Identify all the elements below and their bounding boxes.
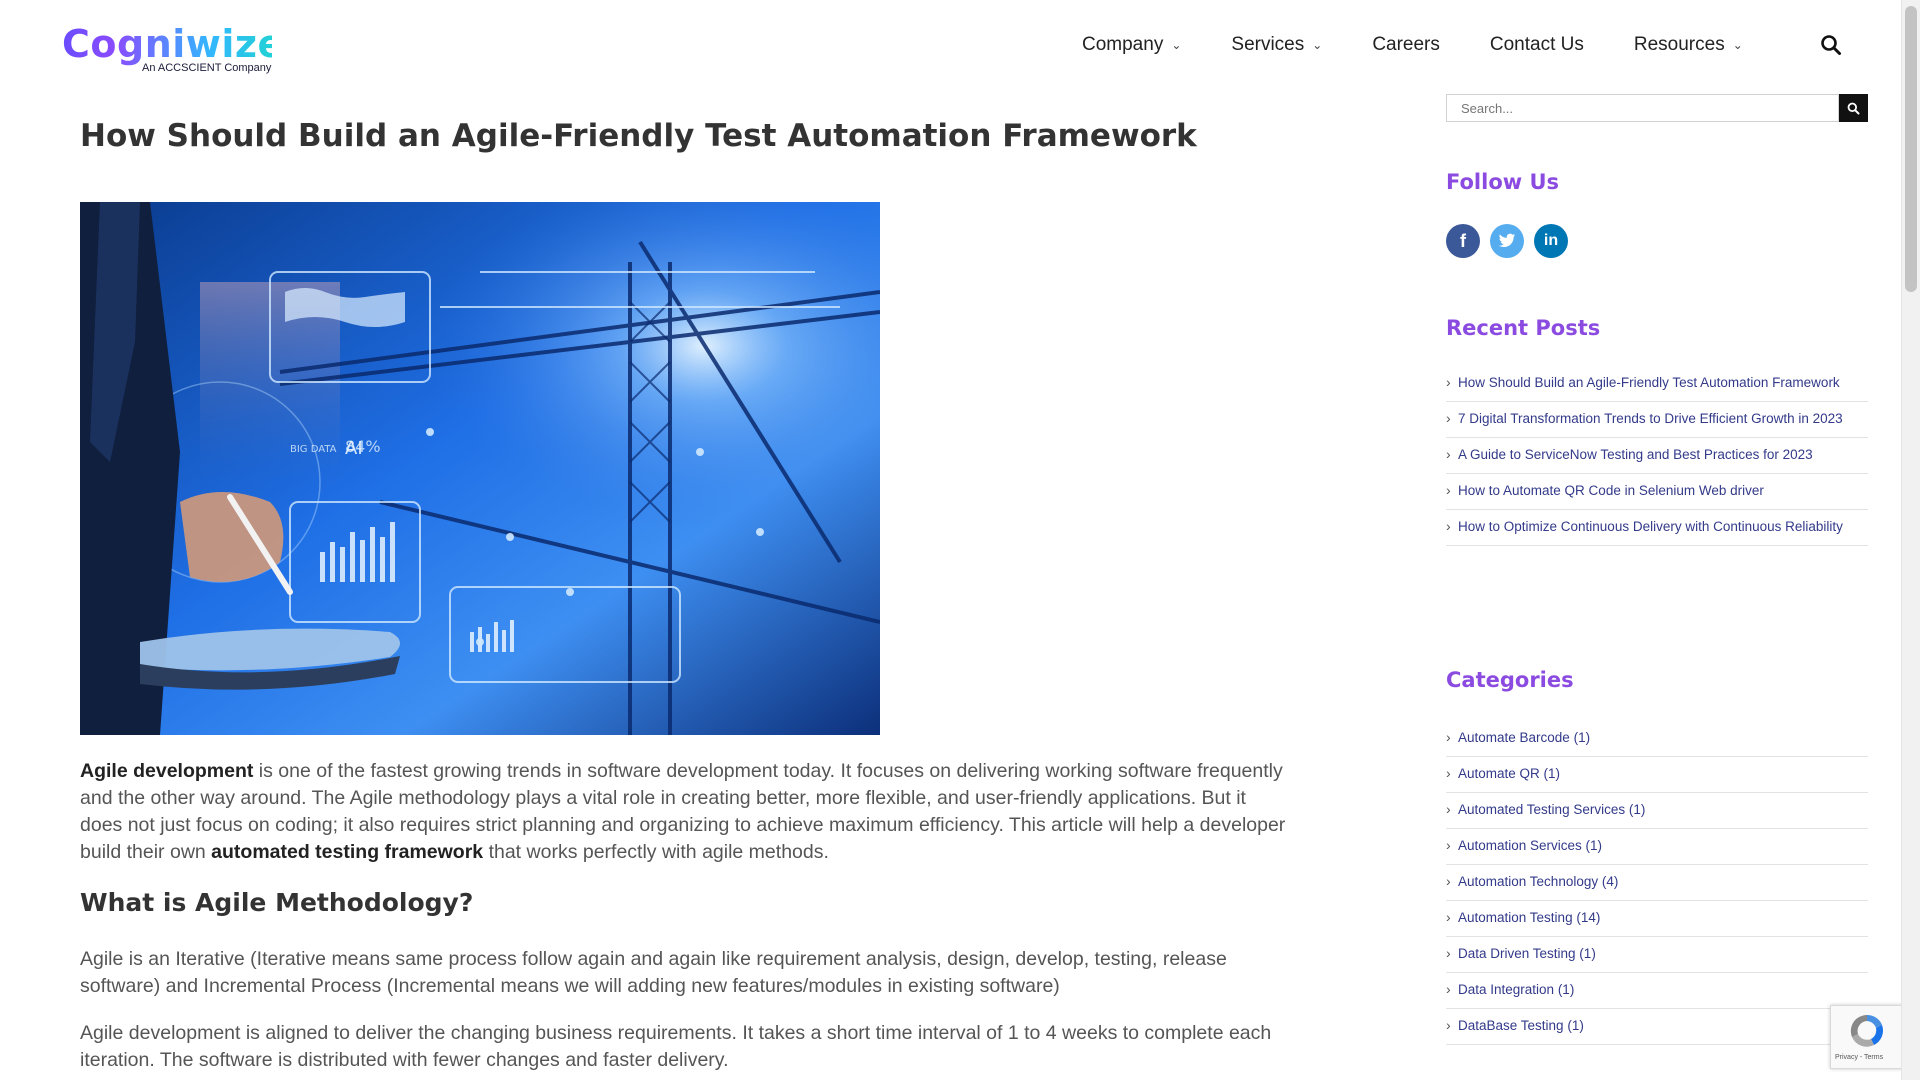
category-link[interactable]: Automation Services (1) [1446,829,1868,865]
recent-post-link[interactable]: How to Automate QR Code in Selenium Web … [1446,474,1868,510]
logo-subtitle: An ACCSCIENT Company [142,62,272,74]
nav-contact-us[interactable]: Contact Us [1490,34,1584,56]
nav-company[interactable]: Company ⌄ [1082,34,1181,56]
nav-contact-us-label: Contact Us [1489,34,1584,55]
section-heading: What is Agile Methodology? [80,888,474,917]
facebook-icon[interactable]: f [1446,224,1480,258]
chevron-down-icon: ⌄ [1732,38,1743,52]
twitter-icon[interactable] [1490,224,1524,258]
post-intro-paragraph: Agile development is one of the fastest … [80,758,1290,866]
chevron-down-icon: ⌄ [1312,38,1323,52]
categories-list: Automate Barcode (1) Automate QR (1) Aut… [1446,721,1868,1045]
site-logo[interactable]: Cogniwize An ACCSCIENT Company [62,22,284,82]
recent-post-link[interactable]: A Guide to ServiceNow Testing and Best P… [1446,438,1868,474]
post-hero-image: 84% BIG DATA AI [80,202,880,735]
hero-ai-label: AI [345,438,363,459]
search-icon[interactable] [1820,34,1842,56]
category-link[interactable]: Data Driven Testing (1) [1446,937,1868,973]
category-link[interactable]: Data Integration (1) [1446,973,1868,1009]
recent-post-link[interactable]: How to Optimize Continuous Delivery with… [1446,510,1868,546]
nav-careers[interactable]: Careers [1372,34,1440,56]
recaptcha-badge[interactable]: Privacy - Terms [1830,1005,1906,1069]
nav-careers-label: Careers [1372,34,1440,55]
agile-development-bold: Agile development [80,760,254,782]
main-navigation: Company ⌄ Services ⌄ Careers Contact Us … [1082,30,1793,60]
sidebar-search-input[interactable] [1446,94,1839,122]
agile-delivery-paragraph: Agile development is aligned to deliver … [80,1022,1272,1071]
sidebar-search-button[interactable] [1839,94,1868,122]
recent-post-link[interactable]: 7 Digital Transformation Trends to Drive… [1446,402,1868,438]
category-link[interactable]: Automation Testing (14) [1446,901,1868,937]
category-link[interactable]: Automate Barcode (1) [1446,721,1868,757]
intro-text-2: that works perfectly with agile methods. [483,841,829,863]
logo-wordmark: Cogniwize [62,22,284,66]
categories-heading: Categories [1446,668,1574,692]
post-title: How Should Build an Agile-Friendly Test … [80,118,1197,154]
follow-us-heading: Follow Us [1446,170,1560,194]
nav-resources[interactable]: Resources ⌄ [1634,34,1743,56]
recent-post-link[interactable]: How Should Build an Agile-Friendly Test … [1446,366,1868,402]
recent-posts-list: How Should Build an Agile-Friendly Test … [1446,366,1868,546]
scrollbar-thumb[interactable] [1905,6,1917,292]
nav-company-label: Company [1082,34,1164,55]
recaptcha-icon [1850,1014,1884,1047]
automated-testing-framework-bold: automated testing framework [211,841,484,863]
category-link[interactable]: Automate QR (1) [1446,757,1868,793]
linkedin-icon[interactable]: in [1534,224,1568,258]
nav-resources-label: Resources [1633,34,1725,55]
chevron-down-icon: ⌄ [1171,38,1182,52]
recent-posts-heading: Recent Posts [1446,316,1601,340]
category-link[interactable]: Automated Testing Services (1) [1446,793,1868,829]
recaptcha-text: Privacy - Terms [1835,1054,1884,1061]
category-link[interactable]: Automation Technology (4) [1446,865,1868,901]
social-links: f in [1446,224,1578,258]
nav-services[interactable]: Services ⌄ [1231,34,1322,56]
nav-services-label: Services [1231,34,1305,55]
category-link[interactable]: DataBase Testing (1) [1446,1009,1868,1045]
search-icon [1847,102,1860,114]
page-scrollbar[interactable] [1901,0,1920,1080]
hero-bigdata-label: BIG DATA [290,444,337,455]
agile-definition-paragraph: Agile is an Iterative (Iterative means s… [80,948,1227,997]
sidebar-search-form [1446,94,1868,122]
